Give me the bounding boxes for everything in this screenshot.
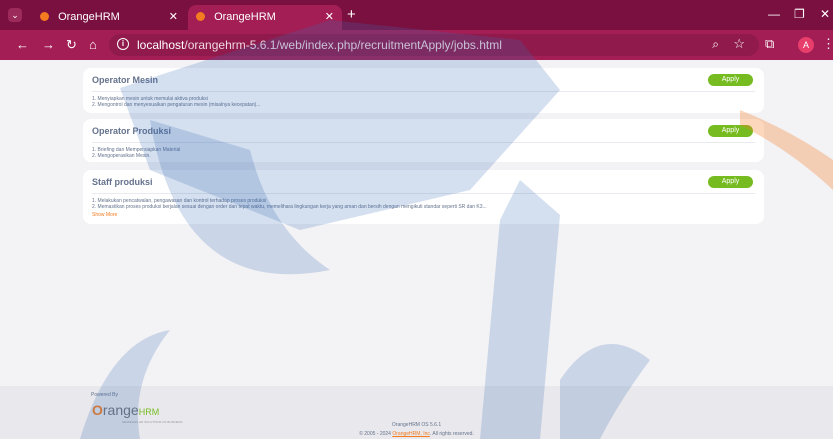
divider <box>92 142 755 143</box>
new-tab-icon[interactable]: + <box>347 6 356 23</box>
job-card: Operator Mesin Apply 1. Menyiapkan mesin… <box>83 68 764 113</box>
page-footer: Powered By OrangeHRM SEAMLESS HR SOLUTIO… <box>0 386 833 439</box>
job-description: 1. Menyiapkan mesin untuk memulai aktiva… <box>92 96 261 108</box>
powered-by-label: Powered By <box>91 392 118 398</box>
profile-avatar[interactable]: A <box>798 37 814 53</box>
job-title: Staff produksi <box>92 177 153 187</box>
job-description: 1. Briefing dan Mempersiapkan Material 2… <box>92 147 181 159</box>
job-list-page: Operator Mesin Apply 1. Menyiapkan mesin… <box>0 60 833 439</box>
apply-button[interactable]: Apply <box>708 125 753 137</box>
job-title: Operator Mesin <box>92 75 159 85</box>
apply-button[interactable]: Apply <box>708 74 753 86</box>
job-card: Operator Produksi Apply 1. Briefing dan … <box>83 119 764 162</box>
site-info-icon[interactable]: i <box>117 38 129 50</box>
close-tab-icon[interactable]: ✕ <box>325 5 334 30</box>
tab-orangehrm-1[interactable]: OrangeHRM ✕ <box>32 5 186 30</box>
url-text[interactable]: localhost/orangehrm-5.6.1/web/index.php/… <box>137 38 502 52</box>
minimize-icon[interactable]: — <box>768 7 780 21</box>
divider <box>92 193 755 194</box>
forward-icon[interactable]: → <box>42 37 55 52</box>
job-title: Operator Produksi <box>92 126 172 136</box>
address-bar[interactable]: i localhost/orangehrm-5.6.1/web/index.ph… <box>109 34 759 56</box>
window-close-icon[interactable]: ✕ <box>820 7 830 21</box>
browser-toolbar: ← → ↻ ⌂ i localhost/orangehrm-5.6.1/web/… <box>0 30 833 60</box>
browser-menu-icon[interactable]: ⋮ <box>822 36 833 52</box>
job-description: 1. Melakukan pencatwalan, pengawasan dan… <box>92 198 487 210</box>
tab-search-button[interactable]: ⌄ <box>8 8 22 22</box>
version-text: OrangeHRM OS 5.6.1 <box>391 422 442 428</box>
orangehrm-logo: OrangeHRM SEAMLESS HR SOLUTIONS OF BUSIN… <box>92 402 183 424</box>
orangehrm-link[interactable]: OrangeHRM, Inc <box>392 431 430 437</box>
bookmark-star-icon[interactable]: ☆ <box>733 36 745 52</box>
zoom-icon[interactable]: ⌕ <box>712 37 719 52</box>
tab-orangehrm-2[interactable]: OrangeHRM ✕ <box>188 5 342 30</box>
copyright-text: © 2005 - 2024 OrangeHRM, Inc. All rights… <box>359 431 474 437</box>
divider <box>92 91 755 92</box>
orangehrm-favicon-icon <box>196 11 205 21</box>
orangehrm-favicon-icon <box>40 11 49 21</box>
job-card: Staff produksi Apply 1. Melakukan pencat… <box>83 170 764 224</box>
close-tab-icon[interactable]: ✕ <box>169 5 178 30</box>
extensions-icon[interactable]: ⧉ <box>765 36 774 52</box>
show-more-link[interactable]: Show More <box>92 212 117 218</box>
reload-icon[interactable]: ↻ <box>66 37 77 53</box>
maximize-icon[interactable]: ❐ <box>794 7 805 21</box>
tab-title: OrangeHRM <box>58 11 120 23</box>
apply-button[interactable]: Apply <box>708 176 753 188</box>
home-icon[interactable]: ⌂ <box>89 37 97 52</box>
browser-tab-bar: ⌄ OrangeHRM ✕ OrangeHRM ✕ + — ❐ ✕ <box>0 0 833 30</box>
tab-title: OrangeHRM <box>214 11 276 23</box>
back-icon[interactable]: ← <box>16 37 29 52</box>
